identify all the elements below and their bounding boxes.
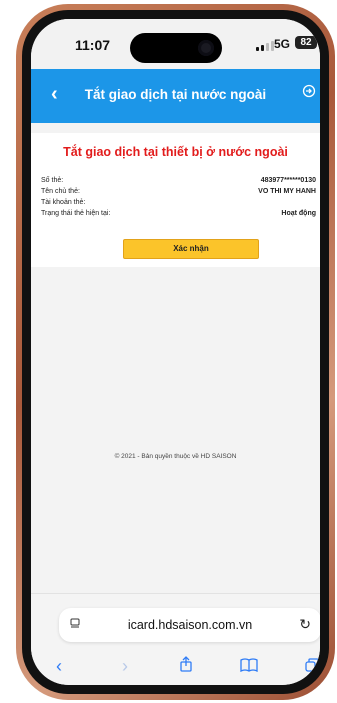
status-bar: 11:07 5G 82 [31, 19, 320, 69]
phone-frame: 11:07 5G 82 ‹ Tắt giao dịch tại nước ngo… [16, 4, 335, 700]
battery-icon: 82 [295, 36, 317, 49]
copyright-text: © 2021 - Bản quyền thuộc về HD SAISON [114, 453, 237, 460]
browser-toolbar: icard.hdsaison.com.vn ↻ ‹ › [31, 593, 320, 685]
screen: 11:07 5G 82 ‹ Tắt giao dịch tại nước ngo… [31, 19, 320, 685]
info-label: Tài khoản thẻ: [41, 199, 86, 206]
status-time: 11:07 [75, 37, 111, 53]
signal-icon [256, 41, 274, 51]
info-row-account: Tài khoản thẻ: [41, 199, 316, 209]
logout-button[interactable] [302, 84, 316, 103]
app-header: ‹ Tắt giao dịch tại nước ngoài [31, 69, 320, 123]
card-title: Tắt giao dịch tại thiết bị ở nước ngoài [63, 145, 288, 159]
tabs-icon[interactable] [300, 656, 320, 677]
bookmarks-icon[interactable] [237, 656, 261, 677]
phone-bezel: 11:07 5G 82 ‹ Tắt giao dịch tại nước ngo… [22, 10, 329, 694]
reload-icon[interactable]: ↻ [299, 616, 311, 633]
info-value: 483977******0130 [260, 177, 316, 184]
confirm-button[interactable]: Xác nhận [123, 239, 259, 259]
battery-tip [318, 40, 320, 45]
browser-nav: ‹ › [31, 656, 320, 680]
logout-icon [302, 84, 316, 98]
card-panel: Tắt giao dịch tại thiết bị ở nước ngoài … [31, 133, 320, 267]
page-title: Tắt giao dịch tại nước ngoài [84, 87, 267, 102]
camera-icon [198, 40, 214, 56]
info-row-card-number: Số thẻ: 483977******0130 [41, 177, 316, 187]
back-icon[interactable]: ‹ [47, 656, 71, 677]
share-icon[interactable] [174, 656, 198, 677]
info-label: Trạng thái thẻ hiện tại: [41, 210, 111, 217]
address-bar[interactable]: icard.hdsaison.com.vn ↻ [59, 608, 320, 642]
url-text: icard.hdsaison.com.vn [127, 618, 253, 632]
network-type: 5G [274, 37, 291, 51]
info-row-cardholder: Tên chủ thẻ: VO THI MY HANH [41, 188, 316, 198]
info-label: Tên chủ thẻ: [41, 188, 80, 195]
forward-icon[interactable]: › [113, 656, 137, 677]
dynamic-island [130, 33, 222, 63]
info-row-status: Trạng thái thẻ hiện tại: Hoạt động [41, 210, 316, 220]
info-value: VO THI MY HANH [258, 188, 316, 195]
status-value: Hoạt động [281, 210, 316, 217]
info-label: Số thẻ: [41, 177, 64, 184]
